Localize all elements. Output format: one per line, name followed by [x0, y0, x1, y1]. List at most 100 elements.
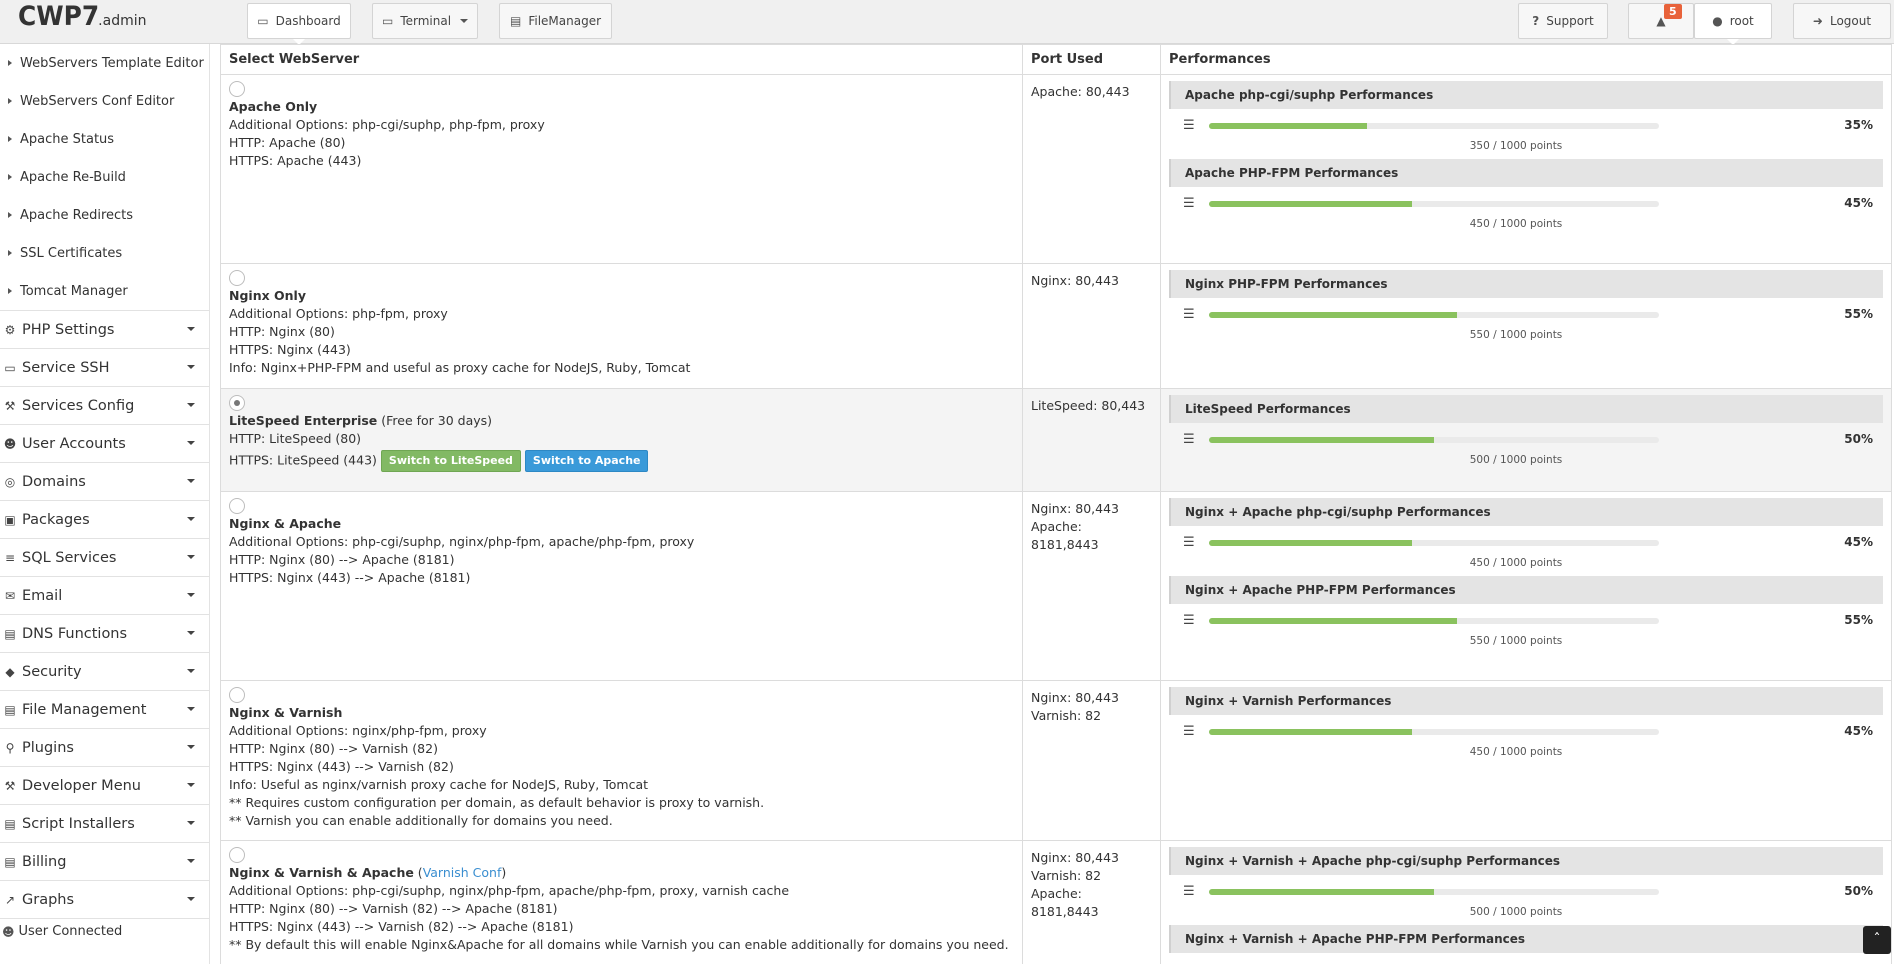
notifications-button[interactable]: ▲ [1628, 3, 1694, 39]
chevron-down-icon [187, 593, 195, 597]
performance-bar [1209, 123, 1659, 129]
chevron-down-icon [187, 821, 195, 825]
sidebar-item-security[interactable]: ◆ Security [0, 652, 209, 690]
performance-bar-fill [1209, 123, 1367, 129]
webserver-detail: HTTP: Nginx (80) --> Apache (8181) [229, 552, 455, 567]
sidebar-item-label: File Management [22, 701, 147, 718]
sidebar-item-email[interactable]: ✉ Email [0, 576, 209, 614]
sidebar-item-graphs[interactable]: ↗ Graphs [0, 880, 209, 918]
sidebar-subitem[interactable]: Apache Re-Build [0, 158, 209, 196]
scroll-to-top-button[interactable]: ˆ [1863, 926, 1891, 954]
port-value: Varnish: 82 [1031, 708, 1102, 723]
user-menu-button[interactable]: ● root [1694, 3, 1772, 45]
performance-percent: 55% [1844, 307, 1873, 321]
chevron-down-icon [187, 631, 195, 635]
sidebar-item-user-accounts[interactable]: ☻ User Accounts [0, 424, 209, 462]
port-cell: LiteSpeed: 80,443 [1022, 388, 1161, 492]
webserver-name: LiteSpeed Enterprise [229, 413, 378, 428]
webserver-radio[interactable] [229, 395, 245, 411]
sidebar-item-label: Email [22, 587, 63, 604]
chevron-down-icon [187, 555, 195, 559]
sidebar-subitem[interactable]: Tomcat Manager [0, 272, 209, 310]
sidebar-subitem-label: WebServers Template Editor [20, 55, 204, 71]
webserver-detail: HTTPS: LiteSpeed (443) [229, 452, 377, 468]
user-connected[interactable]: ☻ User Connected [0, 918, 209, 944]
webserver-detail: HTTPS: Nginx (443) --> Varnish (82) [229, 759, 454, 774]
layers-icon: ☰ [1183, 196, 1195, 211]
sidebar-item-dns-functions[interactable]: ▤ DNS Functions [0, 614, 209, 652]
performance-bar [1209, 312, 1659, 318]
performance-cell: Nginx + Varnish Performances ☰ 45% 450 / 10… [1160, 680, 1892, 841]
sidebar-item-label: Graphs [22, 891, 75, 908]
chart-icon: ↗ [4, 892, 16, 907]
monitor-icon: ▭ [257, 14, 269, 28]
user-label: root [1729, 14, 1754, 28]
sidebar-item-billing[interactable]: ▤ Billing [0, 842, 209, 880]
layers-icon: ☰ [1183, 724, 1195, 739]
sidebar-item-developer-menu[interactable]: ⚒ Developer Menu [0, 766, 209, 804]
sidebar-item-label: Domains [22, 473, 86, 490]
sidebar-subitem[interactable]: Apache Status [0, 120, 209, 158]
webserver-detail: Additional Options: php-cgi/suphp, nginx… [229, 534, 695, 549]
webserver-detail: ** Varnish you can enable additionally f… [229, 813, 613, 828]
sidebar-item-services-config[interactable]: ⚒ Services Config [0, 386, 209, 424]
sidebar-item-label: Services Config [22, 397, 135, 414]
layers-icon: ☰ [1183, 613, 1195, 628]
sidebar-subitem[interactable]: WebServers Template Editor [0, 44, 209, 82]
performance-block: Apache PHP-FPM Performances ☰ 45% 450 / 100… [1169, 159, 1883, 231]
webserver-radio[interactable] [229, 81, 245, 97]
sidebar-item-sql-services[interactable]: ≡ SQL Services [0, 538, 209, 576]
sidebar-item-script-installers[interactable]: ▤ Script Installers [0, 804, 209, 842]
sidebar-subitem[interactable]: SSL Certificates [0, 234, 209, 272]
chevron-down-icon [187, 327, 195, 331]
webserver-radio[interactable] [229, 847, 245, 863]
filemanager-button[interactable]: ▤ FileManager [499, 3, 612, 39]
chevron-down-icon [187, 365, 195, 369]
performance-bar [1209, 729, 1659, 735]
webserver-radio[interactable] [229, 270, 245, 286]
logo-sub: .admin [98, 13, 147, 29]
performance-points: 450 / 1000 points [1469, 218, 1563, 230]
sidebar-item-file-management[interactable]: ▤ File Management [0, 690, 209, 728]
terminal-button[interactable]: ▭ Terminal [372, 3, 478, 39]
switch-to-litespeed-button[interactable]: Switch to LiteSpeed [380, 450, 521, 472]
sidebar-item-php-settings[interactable]: ⚙ PHP Settings [0, 310, 209, 348]
logo[interactable]: CWP7 .admin [18, 1, 147, 37]
webserver-detail: Additional Options: php-cgi/suphp, php-f… [229, 117, 545, 132]
chevron-down-icon [187, 479, 195, 483]
sidebar-item-label: SQL Services [22, 549, 117, 566]
webserver-detail: Info: Useful as nginx/varnish proxy cach… [229, 777, 649, 792]
folder-icon: ▤ [509, 14, 522, 28]
plug-icon: ⚲ [5, 740, 15, 755]
sidebar-subitem[interactable]: WebServers Conf Editor [0, 82, 209, 120]
sidebar-item-label: PHP Settings [22, 321, 115, 338]
hammer-icon: ⚒ [4, 778, 16, 793]
sidebar-subitem[interactable]: Apache Redirects [0, 196, 209, 234]
webserver-radio[interactable] [229, 687, 245, 703]
sidebar-item-label: DNS Functions [22, 625, 128, 642]
performance-bar [1209, 618, 1659, 624]
logout-button[interactable]: ➜ Logout [1793, 3, 1891, 39]
shield-icon: ◆ [5, 664, 15, 679]
support-button[interactable]: ? Support [1518, 3, 1608, 39]
performance-percent: 50% [1844, 884, 1873, 898]
user-icon: ● [1712, 14, 1723, 28]
performance-title: Nginx PHP-FPM Performances [1169, 270, 1883, 298]
webserver-radio[interactable] [229, 498, 245, 514]
chevron-down-icon [187, 897, 195, 901]
performance-points: 550 / 1000 points [1469, 329, 1563, 341]
performance-cell: LiteSpeed Performances ☰ 50% 500 / 1000 poi… [1160, 388, 1892, 492]
switch-to-apache-button[interactable]: Switch to Apache [524, 450, 649, 472]
performance-bar-fill [1209, 437, 1434, 443]
dashboard-button[interactable]: ▭ Dashboard [247, 3, 351, 45]
sidebar-item-service-ssh[interactable]: ▭ Service SSH [0, 348, 209, 386]
performance-percent: 50% [1844, 432, 1873, 446]
performance-block: Apache php-cgi/suphp Performances ☰ 35% 350… [1169, 81, 1883, 153]
sidebar-item-domains[interactable]: ◎ Domains [0, 462, 209, 500]
logo-main: CWP7 [18, 1, 100, 32]
dashboard-label: Dashboard [275, 14, 341, 28]
sidebar-item-packages[interactable]: ▣ Packages [0, 500, 209, 538]
table-row: Apache Only Additional Options: php-cgi/s… [220, 74, 1892, 264]
varnish-conf-link[interactable]: Varnish Conf [423, 865, 502, 880]
sidebar-item-plugins[interactable]: ⚲ Plugins [0, 728, 209, 766]
